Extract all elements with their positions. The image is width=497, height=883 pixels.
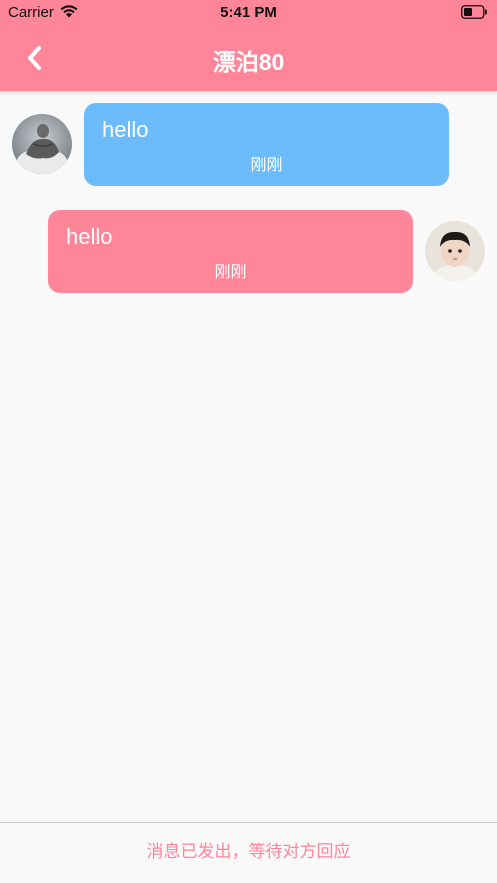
avatar[interactable] (425, 221, 485, 281)
avatar-child-image (425, 221, 485, 281)
nav-bar: 漂泊80 (0, 26, 497, 91)
message-bubble[interactable]: hello 刚刚 (84, 103, 449, 186)
message-text: hello (102, 117, 149, 142)
header: Carrier 5:41 PM 漂泊80 (0, 0, 497, 91)
page-title: 漂泊80 (212, 49, 285, 75)
battery-icon (461, 5, 487, 19)
send-status-text: 消息已发出，等待对方回应 (146, 842, 351, 861)
avatar-man-image (12, 114, 72, 174)
message-bubble[interactable]: hello 刚刚 (48, 210, 413, 293)
message-text: hello (66, 224, 113, 249)
chat-screen: Carrier 5:41 PM 漂泊80 hello 刚刚 hello 刚刚 消… (0, 0, 497, 883)
avatar[interactable] (12, 114, 72, 174)
footer-bar: 消息已发出，等待对方回应 (0, 822, 497, 883)
status-time: 5:41 PM (220, 4, 277, 21)
message-time: 刚刚 (250, 157, 283, 174)
message-time: 刚刚 (214, 264, 247, 281)
status-bar: Carrier 5:41 PM (0, 0, 497, 26)
